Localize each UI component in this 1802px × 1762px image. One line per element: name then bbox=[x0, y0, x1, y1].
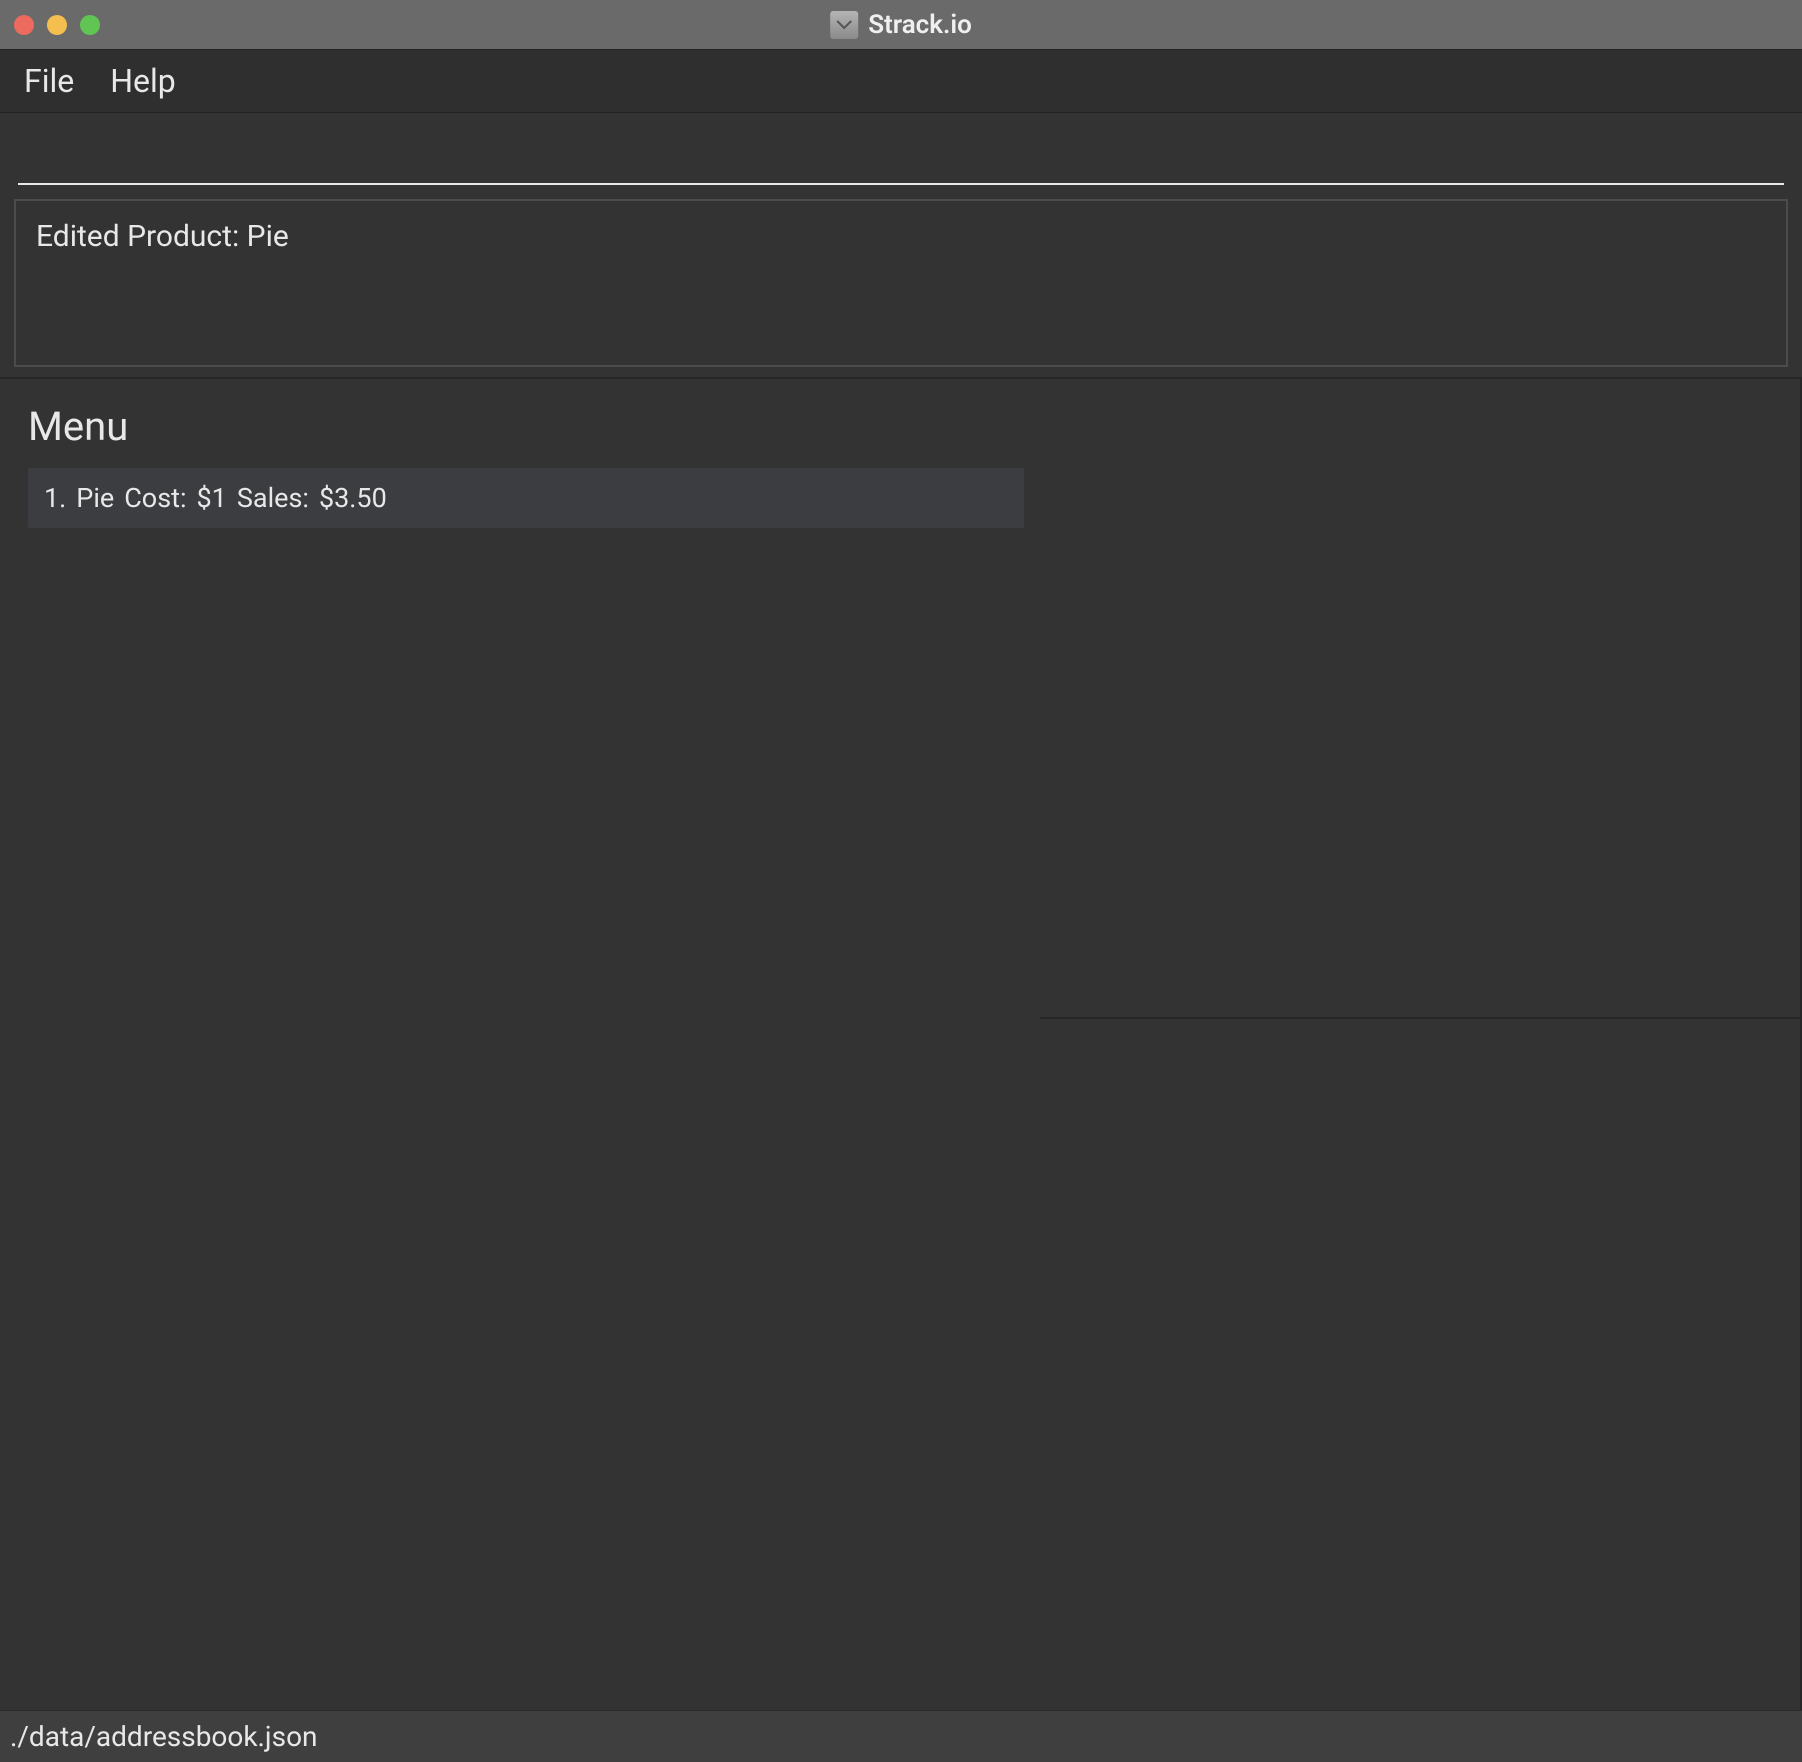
pane-top-left bbox=[1040, 379, 1802, 1019]
footer: ./data/addressbook.json bbox=[0, 1710, 1802, 1762]
menu-item-sales-value: $3.50 bbox=[319, 482, 387, 514]
pane-menu: Menu 1. Pie Cost: $1 Sales: $3.50 bbox=[0, 379, 1040, 1710]
minimize-window-button[interactable] bbox=[47, 15, 67, 35]
menu-file[interactable]: File bbox=[24, 62, 74, 100]
titlebar: Strack.io bbox=[0, 0, 1802, 49]
menu-item-name: Pie bbox=[76, 482, 114, 514]
fullscreen-window-button[interactable] bbox=[80, 15, 100, 35]
command-input[interactable] bbox=[18, 127, 1784, 185]
app-icon bbox=[830, 11, 858, 39]
menubar: File Help bbox=[0, 49, 1802, 113]
menu-title: Menu bbox=[28, 403, 1024, 450]
status-box: Edited Product: Pie bbox=[14, 199, 1788, 367]
status-message: Edited Product: Pie bbox=[36, 219, 289, 254]
main-content: Menu 1. Pie Cost: $1 Sales: $3.50 bbox=[0, 379, 1802, 1710]
menu-help[interactable]: Help bbox=[110, 62, 176, 100]
window-title-wrap: Strack.io bbox=[830, 10, 972, 40]
command-row bbox=[0, 113, 1802, 185]
pane-bottom-left bbox=[1040, 1019, 1802, 1710]
menu-item-cost-label: Cost: bbox=[124, 482, 186, 514]
menu-item[interactable]: 1. Pie Cost: $1 Sales: $3.50 bbox=[28, 468, 1024, 528]
status-wrap: Edited Product: Pie bbox=[0, 185, 1802, 379]
close-window-button[interactable] bbox=[14, 15, 34, 35]
menu-item-index: 1. bbox=[44, 482, 66, 514]
footer-path: ./data/addressbook.json bbox=[10, 1720, 318, 1753]
menu-item-cost-value: $1 bbox=[197, 482, 227, 514]
window-controls bbox=[0, 15, 100, 35]
window-title: Strack.io bbox=[868, 10, 972, 40]
menu-item-sales-label: Sales: bbox=[237, 482, 309, 514]
